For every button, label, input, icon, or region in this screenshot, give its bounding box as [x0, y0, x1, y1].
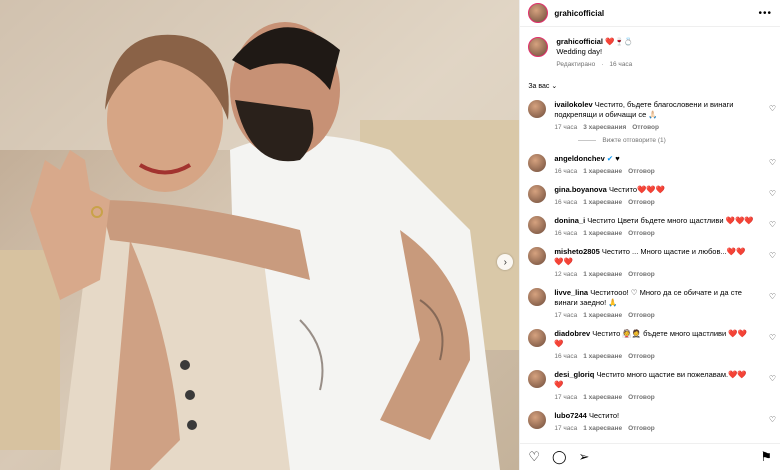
reply-button[interactable]: Отговор	[628, 353, 655, 360]
comment-item: gina.boyanova Честито❤️❤️❤️ 16 часа 1 харе…	[520, 181, 780, 212]
post-photo[interactable]: ›	[0, 0, 520, 470]
comment-username[interactable]: misheto2805	[554, 247, 599, 256]
avatar[interactable]	[528, 247, 547, 265]
comment-likes[interactable]: 1 харесване	[583, 353, 622, 360]
avatar[interactable]	[528, 3, 549, 23]
heart-icon[interactable]: ♡	[528, 449, 540, 465]
comment-like-icon[interactable]: ♡	[769, 158, 776, 167]
comment-username[interactable]: angeldonchev	[554, 154, 604, 163]
comment-item: livve_lina Честитооо! ♡ Много да се обич…	[520, 284, 780, 325]
comment-time: 16 часа	[554, 230, 578, 237]
comment-like-icon[interactable]: ♡	[769, 251, 776, 260]
photo-illustration	[0, 0, 520, 470]
caption-username[interactable]: grahicofficial	[556, 37, 603, 46]
chevron-down-icon: ⌄	[551, 83, 558, 90]
comment-time: 16 часа	[554, 199, 578, 206]
caption-text: Wedding day!	[556, 47, 603, 56]
comment-item: diadobrev Честито 👰🤵 бъдете много щастли…	[520, 325, 780, 366]
comment-like-icon[interactable]: ♡	[769, 374, 776, 383]
avatar[interactable]	[528, 411, 547, 429]
comment-like-icon[interactable]: ♡	[769, 333, 776, 342]
comment-item: ivailokolev Честито, бъдете благословени…	[520, 96, 780, 137]
reply-button[interactable]: Отговор	[628, 230, 655, 237]
comment-time: 17 часа	[554, 124, 578, 131]
post-header: grahicofficial •••	[520, 0, 780, 27]
action-bar: ♡ ◯ ➢ ⚑	[520, 443, 780, 470]
caption-time: 16 часа	[609, 61, 633, 68]
view-replies-label: Вижте отговорите (1)	[602, 137, 666, 144]
comment-time: 17 часа	[554, 312, 578, 319]
comment-text: Честито Цвети бъдете много щастливи ❤️❤️…	[587, 216, 754, 225]
comment-likes[interactable]: 1 харесване	[583, 230, 622, 237]
reply-button[interactable]: Отговор	[628, 199, 655, 206]
comment-like-icon[interactable]: ♡	[769, 292, 776, 301]
comment-likes[interactable]: 1 харесване	[583, 394, 622, 401]
comment-likes[interactable]: 1 харесване	[583, 271, 622, 278]
reply-button[interactable]: Отговор	[628, 394, 655, 401]
avatar[interactable]	[528, 370, 547, 388]
avatar[interactable]	[528, 288, 547, 306]
avatar[interactable]	[528, 100, 547, 118]
comment-item: misheto2805 Честито ... Много щастие и л…	[520, 243, 780, 284]
avatar[interactable]	[528, 185, 547, 203]
verified-icon: ✔	[606, 154, 614, 163]
comment-like-icon[interactable]: ♡	[769, 189, 776, 198]
comment-time: 17 часа	[554, 394, 578, 401]
avatar[interactable]	[528, 154, 547, 172]
avatar[interactable]	[528, 329, 547, 347]
comment-item: donina_i Честито Цвети бъдете много щаст…	[520, 212, 780, 243]
comment-icon[interactable]: ◯	[552, 449, 567, 465]
comments-panel: grahicofficial ••• grahicofficial ❤️🍷💍 W…	[519, 0, 780, 470]
comment-username[interactable]: desi_gloriq	[554, 370, 594, 379]
comment-time: 12 часа	[554, 271, 578, 278]
reply-button[interactable]: Отговор	[628, 312, 655, 319]
more-options-icon[interactable]: •••	[758, 8, 772, 19]
comment-likes[interactable]: 1 харесване	[583, 199, 622, 206]
caption: grahicofficial ❤️🍷💍 Wedding day! Редакти…	[520, 27, 780, 70]
avatar[interactable]	[528, 37, 549, 57]
comment-list: ivailokolev Честито, бъдете благословени…	[520, 96, 780, 438]
comment-username[interactable]: gina.boyanova	[554, 185, 607, 194]
post-viewer: › grahicofficial ••• grahicofficial ❤️🍷💍…	[0, 0, 780, 470]
comment-likes[interactable]: 3 харесвания	[583, 124, 626, 131]
avatar[interactable]	[528, 216, 547, 234]
comment-username[interactable]: livve_lina	[554, 288, 588, 297]
comment-item: desi_gloriq Честито много щастие ви поже…	[520, 366, 780, 407]
comment-username[interactable]: donina_i	[554, 216, 585, 225]
for-you-filter[interactable]: За вас ⌄	[520, 70, 780, 96]
comment-like-icon[interactable]: ♡	[769, 104, 776, 113]
share-icon[interactable]: ➢	[579, 449, 590, 465]
comment-likes[interactable]: 1 харесване	[583, 312, 622, 319]
comment-username[interactable]: ivailokolev	[554, 100, 592, 109]
edited-label: Редактирано	[556, 61, 596, 68]
comment-text: ♥	[615, 154, 620, 163]
reply-button[interactable]: Отговор	[628, 168, 655, 175]
reply-button[interactable]: Отговор	[628, 271, 655, 278]
divider	[578, 140, 597, 141]
reply-button[interactable]: Отговор	[628, 425, 655, 432]
comment-username[interactable]: lubo7244	[554, 411, 587, 420]
comment-likes[interactable]: 1 харесване	[583, 168, 622, 175]
comment-like-icon[interactable]: ♡	[769, 415, 776, 424]
comment-time: 16 часа	[554, 353, 578, 360]
comment-like-icon[interactable]: ♡	[769, 220, 776, 229]
comments-scroll[interactable]: grahicofficial ❤️🍷💍 Wedding day! Редакти…	[520, 27, 780, 444]
comment-text: Честито!	[588, 411, 620, 420]
reply-button[interactable]: Отговор	[632, 124, 659, 131]
comment-item: lubo7244 Честито! 17 часа 1 харесване Отгов…	[520, 407, 780, 438]
comment-text: Честито❤️❤️❤️	[608, 185, 666, 194]
comment-item: angeldonchev ✔ ♥ 16 часа 1 харесване Отгово…	[520, 150, 780, 181]
comment-time: 17 часа	[554, 425, 578, 432]
comment-username[interactable]: diadobrev	[554, 329, 590, 338]
header-username[interactable]: grahicofficial	[554, 9, 604, 18]
view-replies-button[interactable]: Вижте отговорите (1)	[520, 137, 780, 150]
bookmark-icon[interactable]: ⚑	[760, 449, 772, 465]
comment-likes[interactable]: 1 харесване	[583, 425, 622, 432]
caption-emojis: ❤️🍷💍	[605, 37, 634, 46]
chevron-right-icon: ›	[503, 256, 507, 268]
comment-time: 16 часа	[554, 168, 578, 175]
for-you-label: За вас	[528, 83, 550, 90]
